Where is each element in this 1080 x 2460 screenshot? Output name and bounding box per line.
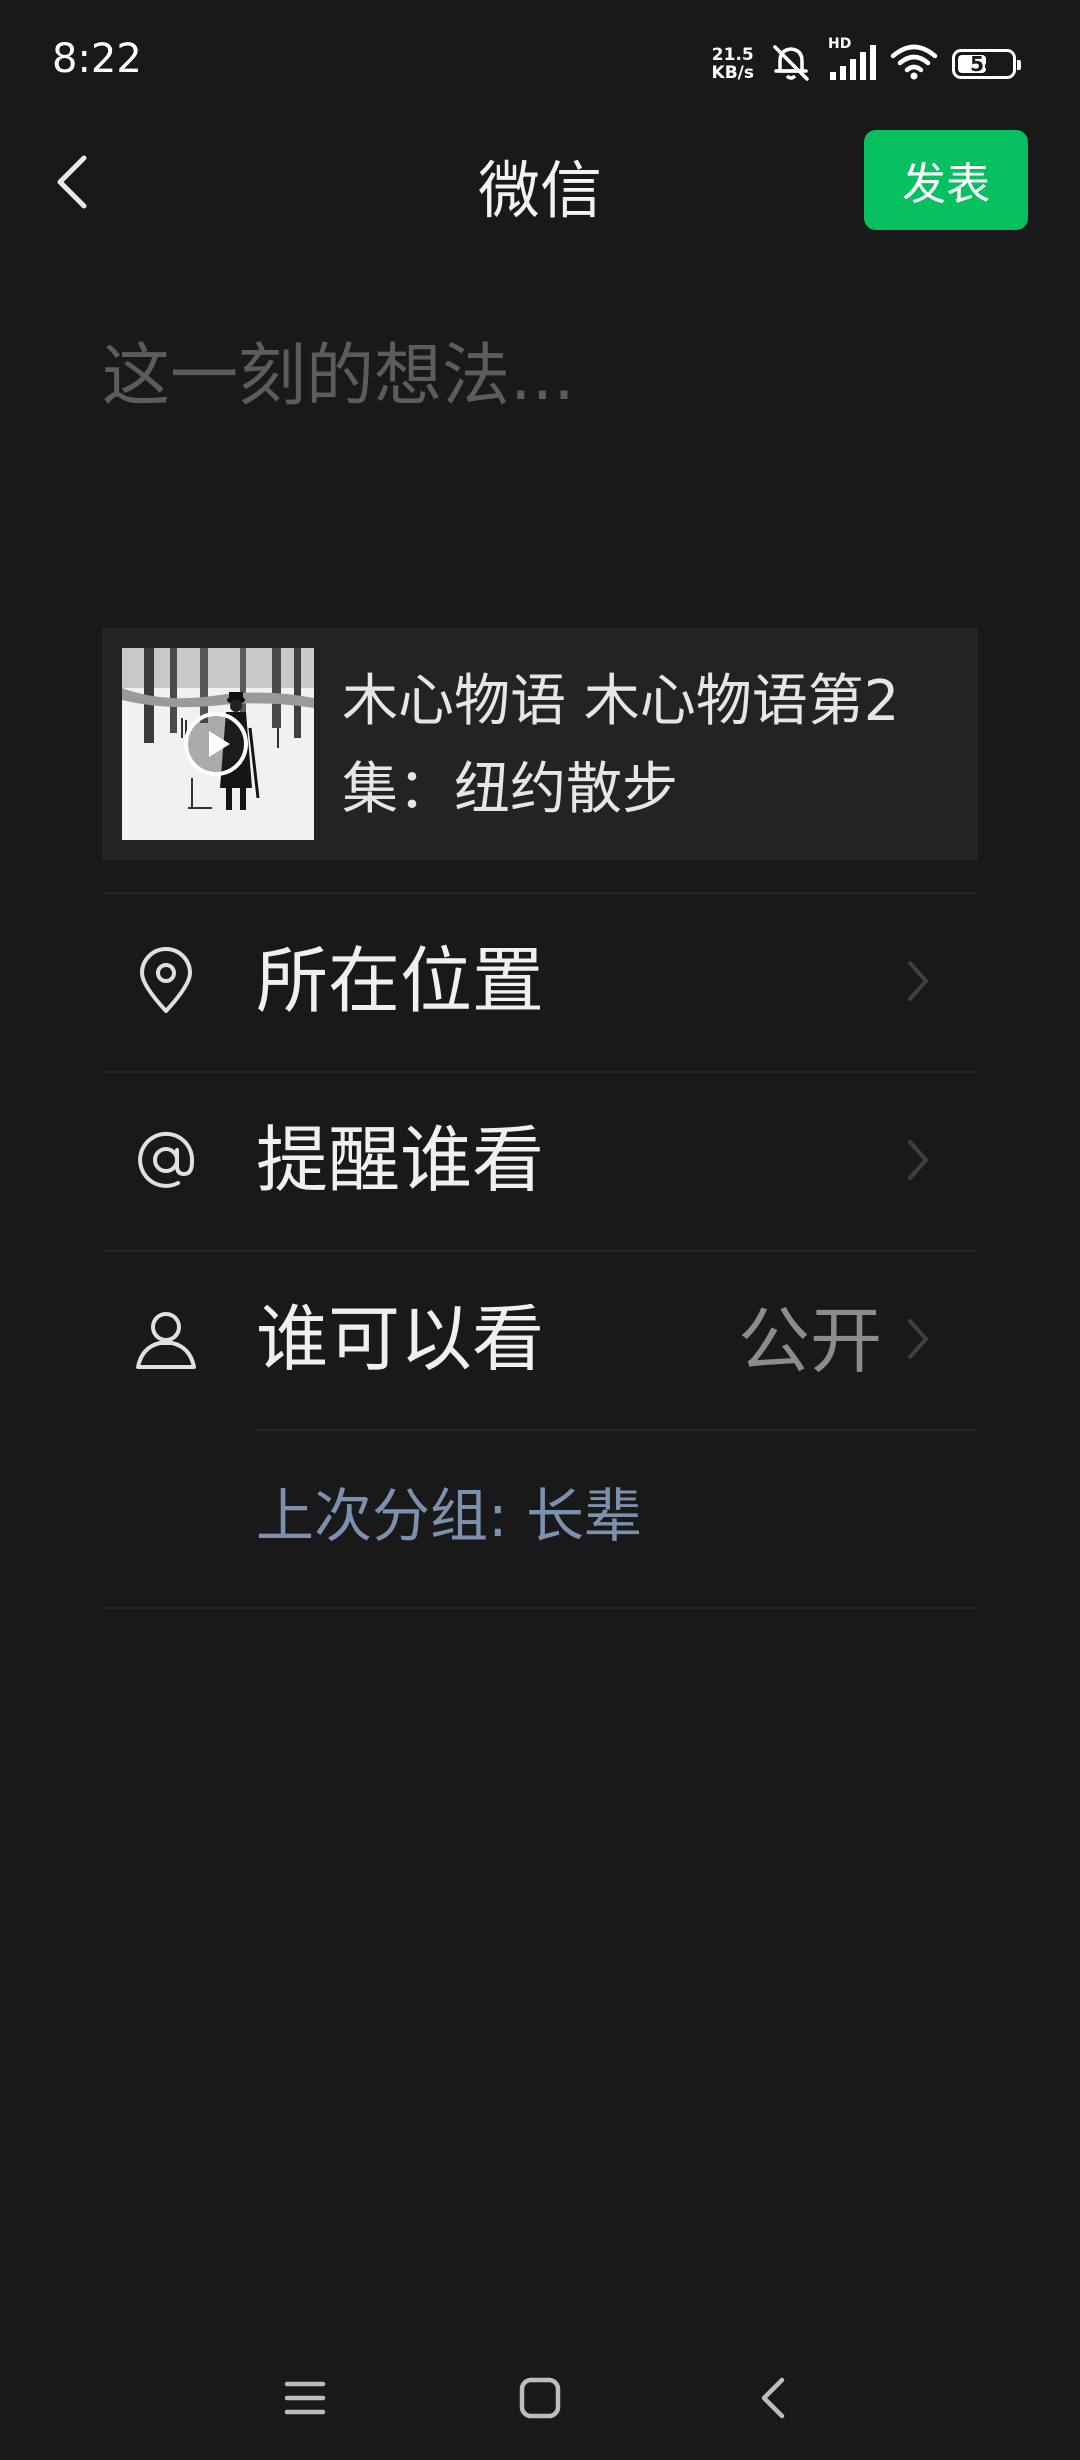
battery-level: 54	[970, 52, 998, 76]
visibility-row[interactable]: 谁可以看 公开	[102, 1251, 978, 1429]
status-time: 8:22	[52, 36, 142, 82]
remind-label: 提醒谁看	[256, 1118, 545, 1202]
divider	[102, 1607, 978, 1609]
media-title: 木心物语 木心物语第2集：纽约散步	[342, 669, 900, 822]
mute-bell-icon	[768, 39, 814, 89]
wifi-icon	[890, 42, 938, 86]
system-nav-bar	[0, 2340, 1080, 2460]
home-button[interactable]	[500, 2360, 580, 2440]
chevron-right-icon	[902, 1134, 934, 1186]
network-speed: 21.5 KB/s	[712, 46, 754, 82]
menu-button[interactable]	[265, 2360, 345, 2440]
publish-button[interactable]: 发表	[864, 130, 1028, 230]
media-cover-image	[122, 648, 314, 840]
system-back-button[interactable]	[732, 2360, 812, 2440]
back-triangle-icon	[754, 2374, 790, 2426]
at-sign-icon	[132, 1126, 200, 1194]
divider	[256, 1429, 978, 1431]
visibility-value: 公开	[737, 1299, 882, 1383]
visibility-label: 谁可以看	[256, 1297, 545, 1381]
signal-hd-label: HD	[828, 36, 852, 52]
status-bar: 8:22 21.5 KB/s HD 54	[0, 0, 1080, 130]
chevron-right-icon	[902, 955, 934, 1007]
network-speed-unit: KB/s	[711, 63, 754, 83]
moment-text-input[interactable]	[102, 320, 982, 480]
battery-icon: 54	[952, 49, 1021, 79]
location-row[interactable]: 所在位置	[102, 893, 978, 1071]
remind-row[interactable]: 提醒谁看	[102, 1072, 978, 1250]
cell-signal-icon: HD	[828, 36, 876, 86]
play-icon	[182, 710, 250, 778]
home-square-icon	[518, 2376, 562, 2424]
last-group-link[interactable]: 上次分组: 长辈	[256, 1476, 642, 1556]
status-icons: 21.5 KB/s HD 54	[712, 36, 1021, 89]
location-pin-icon	[132, 947, 200, 1015]
location-label: 所在位置	[256, 939, 545, 1023]
menu-icon	[283, 2378, 327, 2422]
person-icon	[132, 1305, 200, 1373]
network-speed-value: 21.5	[711, 45, 754, 65]
nav-bar: 微信 发表	[0, 130, 1080, 230]
shared-media-card[interactable]: 木心物语 木心物语第2集：纽约散步	[102, 628, 978, 860]
chevron-right-icon	[902, 1313, 934, 1365]
